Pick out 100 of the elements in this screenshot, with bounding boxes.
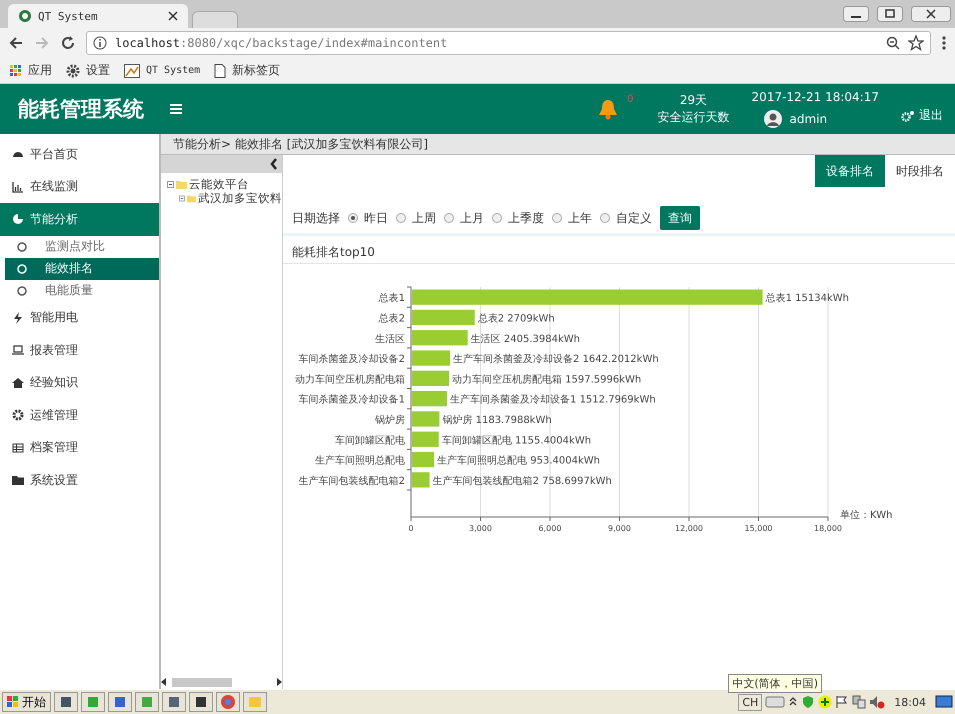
star-icon[interactable] xyxy=(908,35,924,51)
alarm-count: 0 xyxy=(627,94,634,105)
address-field[interactable]: localhost:8080/xqc/backstage/index#maincontent xyxy=(86,31,931,55)
category-label: 生活区 xyxy=(375,334,405,345)
sidebar-subitem[interactable]: 能效排名 xyxy=(5,258,159,280)
bookmark[interactable]: 新标签页 xyxy=(214,62,280,79)
category-label: 生产车间照明总配电 xyxy=(315,456,405,467)
sidebar-item[interactable]: 节能分析 xyxy=(0,203,159,236)
close-icon[interactable] xyxy=(911,6,951,22)
scroll-thumb[interactable] xyxy=(172,678,232,686)
flag-icon[interactable] xyxy=(835,695,850,709)
radio-button[interactable] xyxy=(348,213,358,223)
chevron-left-icon[interactable] xyxy=(270,158,278,170)
bookmark[interactable]: 应用 xyxy=(10,62,52,79)
folder-icon xyxy=(186,194,196,202)
collapse-toggle-icon[interactable] xyxy=(179,194,185,202)
zoom-out-icon[interactable] xyxy=(886,36,900,50)
bar-chart-icon xyxy=(12,180,24,193)
table-icon xyxy=(12,442,24,454)
app-title: 能耗管理系统 xyxy=(18,96,144,123)
value-label: 生活区 2405.3984kWh xyxy=(470,334,580,345)
value-label: 总表1 15134kWh xyxy=(766,293,849,304)
sidebar-subitem[interactable]: 监测点对比 xyxy=(5,236,159,258)
taskbar-app-icon[interactable] xyxy=(108,692,132,712)
bell-icon[interactable] xyxy=(597,98,620,120)
circle-icon xyxy=(17,242,27,252)
tree-node[interactable]: 云能效平台 xyxy=(189,176,249,192)
bar xyxy=(412,472,430,488)
bar xyxy=(412,432,439,447)
maximize-icon[interactable] xyxy=(877,6,903,22)
scroll-left-icon[interactable] xyxy=(161,678,166,686)
gears-icon[interactable] xyxy=(901,110,915,122)
bookmark[interactable]: 设置 xyxy=(66,62,110,79)
sidebar-item[interactable]: 系统设置 xyxy=(0,464,159,496)
taskbar-app-icon[interactable] xyxy=(189,692,213,712)
view-tab[interactable]: 时段排名 xyxy=(885,155,955,187)
value-label: 生产车间包装线配电箱2 758.6997kWh xyxy=(432,476,612,487)
speaker-muted-icon[interactable] xyxy=(869,695,886,709)
sidebar-item[interactable]: 报表管理 xyxy=(0,334,159,366)
value-label: 总表2 2709kWh xyxy=(478,313,555,324)
bar xyxy=(412,350,450,366)
close-icon[interactable] xyxy=(168,11,178,21)
radio-label[interactable]: 上年 xyxy=(568,210,592,226)
value-label: 锅炉房 1183.7988kWh xyxy=(442,414,552,426)
radio-label[interactable]: 自定义 xyxy=(616,210,652,226)
radio-label[interactable]: 上周 xyxy=(412,210,436,226)
breadcrumb: 节能分析> 能效排名 [武汉加多宝饮料有限公司] xyxy=(161,134,955,155)
taskbar-app-icon[interactable] xyxy=(54,692,78,712)
value-label: 生产车间照明总配电 953.4004kWh xyxy=(437,456,600,467)
pie-chart-icon xyxy=(12,213,24,226)
radio-button[interactable] xyxy=(444,213,454,223)
tick-label: 0 xyxy=(408,524,414,533)
radio-label[interactable]: 昨日 xyxy=(364,210,388,226)
radio-label[interactable]: 上月 xyxy=(460,210,484,226)
network-icon[interactable] xyxy=(852,695,866,709)
image-icon xyxy=(124,64,140,78)
user-name[interactable]: admin xyxy=(790,112,828,126)
bar xyxy=(412,310,475,326)
gear-icon xyxy=(66,64,80,78)
sidebar-item[interactable]: 平台首页 xyxy=(0,138,159,170)
lightning-icon xyxy=(12,312,24,324)
keyboard-icon[interactable] xyxy=(765,695,786,709)
sidebar-item[interactable]: 档案管理 xyxy=(0,432,159,464)
browser-tab[interactable]: QT System xyxy=(8,4,188,28)
category-label: 车间卸罐区配电 xyxy=(335,435,405,446)
radio-button[interactable] xyxy=(552,213,562,223)
start-button[interactable]: 开始 xyxy=(2,692,51,712)
radio-label[interactable]: 上季度 xyxy=(508,210,544,226)
more-icon[interactable] xyxy=(941,35,947,51)
category-label: 动力车间空压机房配电箱 xyxy=(295,374,405,386)
menu-icon[interactable] xyxy=(170,104,182,114)
apps-grid-icon xyxy=(10,64,22,76)
value-label: 车间卸罐区配电 1155.4004kWh xyxy=(442,435,592,446)
desktop-icon[interactable] xyxy=(935,694,953,710)
scroll-right-icon[interactable] xyxy=(277,678,282,686)
back-icon[interactable] xyxy=(8,35,24,51)
radio-button[interactable] xyxy=(396,213,406,223)
category-label: 锅炉房 xyxy=(375,414,405,426)
view-tab[interactable]: 设备排名 xyxy=(815,155,885,187)
sidebar-item[interactable]: 在线监测 xyxy=(0,170,159,203)
sidebar-item[interactable]: 智能用电 xyxy=(0,302,159,334)
sidebar-item[interactable]: 运维管理 xyxy=(0,399,159,432)
reload-icon[interactable] xyxy=(60,35,76,51)
taskbar-app-icon[interactable] xyxy=(162,692,186,712)
value-label: 动力车间空压机房配电箱 1597.5996kWh xyxy=(452,374,642,386)
language-indicator[interactable]: CH xyxy=(738,694,762,710)
clock: 18:04 xyxy=(894,696,926,708)
radio-button[interactable] xyxy=(600,213,610,223)
query-button[interactable]: 查询 xyxy=(660,206,700,230)
tree-node[interactable]: 武汉加多宝饮料 xyxy=(198,190,282,205)
radio-button[interactable] xyxy=(492,213,502,223)
bar xyxy=(412,370,449,386)
bookmark[interactable]: QT System xyxy=(124,64,200,78)
category-label: 生产车间包装线配电箱2 xyxy=(298,476,405,487)
sidebar-item[interactable]: 经验知识 xyxy=(0,366,159,399)
plus-icon[interactable] xyxy=(818,695,832,709)
collapse-toggle-icon[interactable] xyxy=(167,180,174,188)
minimize-icon[interactable] xyxy=(843,6,869,22)
sidebar-subitem[interactable]: 电能质量 xyxy=(5,280,159,302)
logout-link[interactable]: 退出 xyxy=(919,107,943,124)
